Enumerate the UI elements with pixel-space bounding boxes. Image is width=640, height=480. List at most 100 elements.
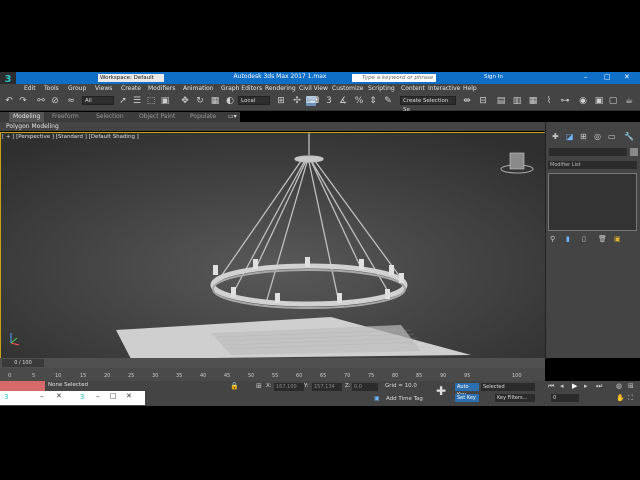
maxscript-listener[interactable] xyxy=(0,381,45,391)
ribbon-toggle-icon[interactable]: ▦ xyxy=(528,96,538,106)
remove-modifier-icon[interactable]: 🗑 xyxy=(598,235,607,243)
ribbon-options-icon[interactable]: ▭▾ xyxy=(228,112,237,122)
configure-sets-icon[interactable]: ▣ xyxy=(614,235,621,243)
schematic-view-icon[interactable]: ⊶ xyxy=(560,96,570,106)
menu-content[interactable]: Content xyxy=(401,84,425,94)
absolute-mode-icon[interactable]: ⊞ xyxy=(256,382,262,390)
maximize-viewport-icon[interactable]: ⛶ xyxy=(628,394,633,403)
maximize-button[interactable]: □ xyxy=(604,73,611,81)
modifier-list-dropdown[interactable]: Modifier List xyxy=(548,161,637,169)
named-selection-set-dropdown[interactable]: Create Selection Se xyxy=(400,96,456,113)
menu-scripting[interactable]: Scripting xyxy=(368,84,395,94)
percent-snap-icon[interactable]: % xyxy=(354,96,364,106)
render-teapot-icon[interactable]: ☕ xyxy=(624,96,634,106)
play-icon[interactable]: ▶ xyxy=(572,382,577,390)
tab-selection[interactable]: Selection xyxy=(96,112,124,122)
modify-tab-icon[interactable]: ◪ xyxy=(566,132,574,141)
mini-close-icon-2[interactable]: ✕ xyxy=(126,392,132,400)
search-input[interactable]: Type a keyword or phrase xyxy=(352,74,436,82)
motion-tab-icon[interactable]: ◎ xyxy=(594,132,601,141)
menu-views[interactable]: Views xyxy=(95,84,112,94)
modifier-stack[interactable] xyxy=(548,173,637,231)
menu-group[interactable]: Group xyxy=(68,84,86,94)
layer-explorer-icon[interactable]: ▥ xyxy=(512,96,522,106)
reference-coord-dropdown[interactable]: Local xyxy=(238,96,270,105)
go-to-start-icon[interactable]: ⏮ xyxy=(548,382,554,391)
tab-freeform[interactable]: Freeform xyxy=(52,112,79,122)
go-to-end-icon[interactable]: ⏭ xyxy=(596,382,602,391)
menu-customize[interactable]: Customize xyxy=(332,84,364,94)
menu-modifiers[interactable]: Modifiers xyxy=(148,84,175,94)
menu-rendering[interactable]: Rendering xyxy=(265,84,296,94)
menu-interactive[interactable]: Interactive xyxy=(428,84,460,94)
time-slider[interactable]: 0 / 100 xyxy=(2,359,44,367)
next-frame-icon[interactable]: ▸ xyxy=(584,382,588,390)
mini-maximize-icon-2[interactable]: □ xyxy=(110,392,117,400)
add-time-tag-button[interactable]: Add Time Tag xyxy=(386,396,423,402)
tab-populate[interactable]: Populate xyxy=(190,112,216,122)
place-icon[interactable]: ◐ xyxy=(225,96,235,106)
object-color-swatch[interactable] xyxy=(630,148,638,156)
select-object-icon[interactable]: ➚ xyxy=(118,96,128,106)
menu-tools[interactable]: Tools xyxy=(44,84,59,94)
time-slider-track[interactable] xyxy=(0,358,545,368)
curve-editor-icon[interactable]: ⌇ xyxy=(544,96,554,106)
align-icon[interactable]: ⊟ xyxy=(478,96,488,106)
link-icon[interactable]: ⚯ xyxy=(36,96,46,106)
mini-minimize-icon-2[interactable]: – xyxy=(96,392,100,400)
make-unique-icon[interactable]: ▯ xyxy=(582,235,586,243)
viewport-label[interactable]: [ + ] [Perspective ] [Standard ] [Defaul… xyxy=(2,134,139,140)
mini-minimize-icon[interactable]: – xyxy=(40,392,44,400)
selection-filter-dropdown[interactable]: All xyxy=(82,96,114,105)
pivot-center-icon[interactable]: ⊞ xyxy=(276,96,286,106)
current-frame-field[interactable]: 0 xyxy=(551,394,579,402)
object-name-field[interactable] xyxy=(549,148,627,156)
edit-named-sets-icon[interactable]: ✎ xyxy=(383,96,393,106)
rendered-frame-icon[interactable]: ▢ xyxy=(608,96,618,106)
zoom-extents-icon[interactable]: ⊞ xyxy=(628,382,634,390)
y-coordinate-field[interactable]: 157.134 xyxy=(312,383,342,391)
mini-app-icon[interactable]: 3 xyxy=(4,393,8,401)
menu-animation[interactable]: Animation xyxy=(183,84,214,94)
tab-object-paint[interactable]: Object Paint xyxy=(139,112,175,122)
menu-graph-editors[interactable]: Graph Editors xyxy=(221,84,262,94)
polygon-modeling-panel[interactable]: Polygon Modeling xyxy=(0,122,545,131)
z-coordinate-field[interactable]: 0.0 xyxy=(352,383,378,391)
display-tab-icon[interactable]: ▭ xyxy=(608,132,616,141)
perspective-viewport[interactable] xyxy=(0,132,546,359)
menu-edit[interactable]: Edit xyxy=(24,84,36,94)
key-mode-selected-dropdown[interactable]: Selected xyxy=(481,383,535,391)
show-end-result-icon[interactable]: ▮ xyxy=(566,235,570,243)
pan-view-icon[interactable]: ✋ xyxy=(616,394,625,402)
set-key-big-icon[interactable]: ✚ xyxy=(436,384,446,398)
x-coordinate-field[interactable]: 167.100 xyxy=(274,383,304,391)
bind-space-warp-icon[interactable]: ≈ xyxy=(66,96,76,106)
menu-help[interactable]: Help xyxy=(463,84,477,94)
minimize-button[interactable]: – xyxy=(584,73,588,81)
auto-key-button[interactable]: Auto Key xyxy=(455,383,479,398)
window-crossing-icon[interactable]: ▣ xyxy=(160,96,170,106)
orbit-icon[interactable]: ◍ xyxy=(616,382,622,390)
mini-close-icon[interactable]: ✕ xyxy=(56,392,62,400)
rotate-icon[interactable]: ↻ xyxy=(195,96,205,106)
workspace-dropdown[interactable]: Workspace: Default xyxy=(98,74,164,82)
keyboard-shortcut-icon[interactable]: ⌨ xyxy=(306,96,319,106)
mini-app-icon-2[interactable]: 3 xyxy=(80,393,84,401)
unlink-icon[interactable]: ⊘ xyxy=(50,96,60,106)
select-manipulate-icon[interactable]: ✣ xyxy=(292,96,302,106)
pin-stack-icon[interactable]: ⚲ xyxy=(550,235,555,243)
key-filters-button[interactable]: Key Filters... xyxy=(495,394,535,402)
set-key-button[interactable]: Set Key xyxy=(455,394,479,402)
add-time-tag-icon[interactable]: ▣ xyxy=(374,395,380,402)
utilities-tab-icon[interactable]: 🔧 xyxy=(624,132,634,141)
snaps-toggle-icon[interactable]: 3 xyxy=(324,96,334,106)
create-tab-icon[interactable]: ✚ xyxy=(552,132,559,141)
undo-icon[interactable]: ↶ xyxy=(4,96,14,106)
mirror-icon[interactable]: ⇹ xyxy=(462,96,472,106)
move-icon[interactable]: ✥ xyxy=(180,96,190,106)
rect-selection-icon[interactable]: ⬚ xyxy=(146,96,156,106)
angle-snap-icon[interactable]: ∡ xyxy=(338,96,348,106)
menu-civil-view[interactable]: Civil View xyxy=(299,84,328,94)
render-setup-icon[interactable]: ▣ xyxy=(594,96,604,106)
previous-frame-icon[interactable]: ◂ xyxy=(560,382,564,390)
